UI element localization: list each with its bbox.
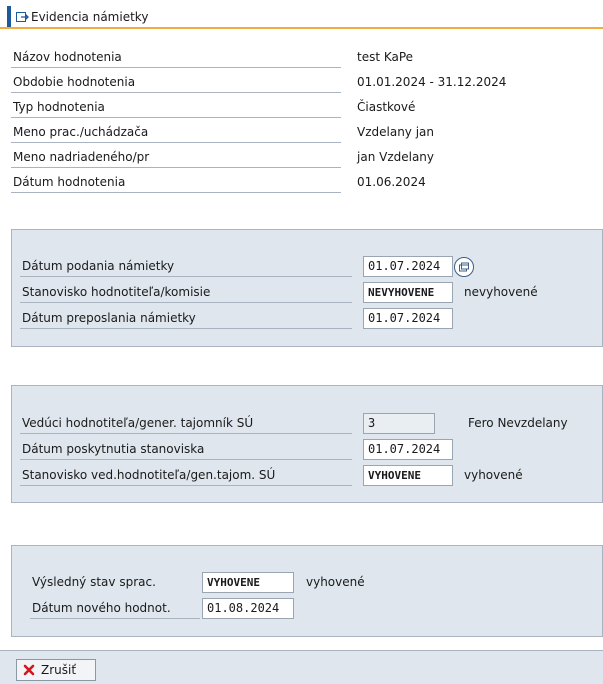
label-evaluation-period: Obdobie hodnotenia [11,72,341,93]
cancel-button[interactable]: Zrušiť [16,659,96,681]
label-evaluation-type: Typ hodnotenia [11,97,341,118]
objection-panel: Dátum podania námietky 01.07.2024 Stanov… [11,229,603,347]
head-evaluator-panel: Vedúci hodnotiteľa/gener. tajomník SÚ 3 … [11,385,603,503]
head-opinion-input[interactable]: VYHOVENE [363,465,453,486]
value-evaluation-date: 01.06.2024 [357,175,426,189]
window-title: Evidencia námietky [31,9,149,24]
value-supervisor-name: jan Vzdelany [357,150,435,164]
opinion-date-input[interactable]: 01.07.2024 [363,439,453,460]
label-evaluator-opinion: Stanovisko hodnotiteľa/komisie [20,282,352,303]
label-employee-name: Meno prac./uchádzača [11,122,341,143]
cancel-x-icon [23,664,35,676]
evaluator-opinion-text: nevyhovené [464,285,538,299]
cancel-button-label: Zrušiť [41,663,77,677]
label-new-evaluation-date: Dátum nového hodnot. [30,598,200,619]
objection-date-input[interactable]: 01.07.2024 [363,256,453,277]
final-state-text: vyhovené [306,575,365,589]
title-accent-bar [7,6,11,27]
head-evaluator-input[interactable]: 3 [363,413,435,434]
head-evaluator-name: Fero Nevzdelany [468,416,568,430]
label-evaluation-name: Názov hodnotenia [11,47,341,68]
label-supervisor-name: Meno nadriadeného/pr [11,147,341,168]
value-evaluation-period: 01.01.2024 - 31.12.2024 [357,75,507,89]
label-head-evaluator: Vedúci hodnotiteľa/gener. tajomník SÚ [20,413,352,434]
window-exit-icon [15,10,29,24]
new-evaluation-date-input[interactable]: 01.08.2024 [202,598,294,619]
label-objection-date: Dátum podania námietky [20,256,352,277]
evaluator-opinion-input[interactable]: NEVYHOVENE [363,282,453,303]
window-title-bar: Evidencia námietky [0,6,603,29]
label-forward-date: Dátum preposlania námietky [20,308,352,329]
label-head-opinion: Stanovisko ved.hodnotiteľa/gen.tajom. SÚ [20,465,352,486]
footer-toolbar: Zrušiť [0,650,603,684]
label-final-state: Výsledný stav sprac. [32,575,156,589]
value-evaluation-name: test KaPe [357,50,414,64]
result-panel: Výsledný stav sprac. VYHOVENE vyhovené D… [11,545,603,637]
label-evaluation-date: Dátum hodnotenia [11,172,341,193]
head-opinion-text: vyhovené [464,468,523,482]
forward-date-input[interactable]: 01.07.2024 [363,308,453,329]
label-opinion-date: Dátum poskytnutia stanoviska [20,439,352,460]
value-evaluation-type: Čiastkové [357,100,416,114]
value-employee-name: Vzdelany jan [357,125,435,139]
final-state-input[interactable]: VYHOVENE [202,572,294,593]
calendar-icon[interactable] [454,257,474,277]
